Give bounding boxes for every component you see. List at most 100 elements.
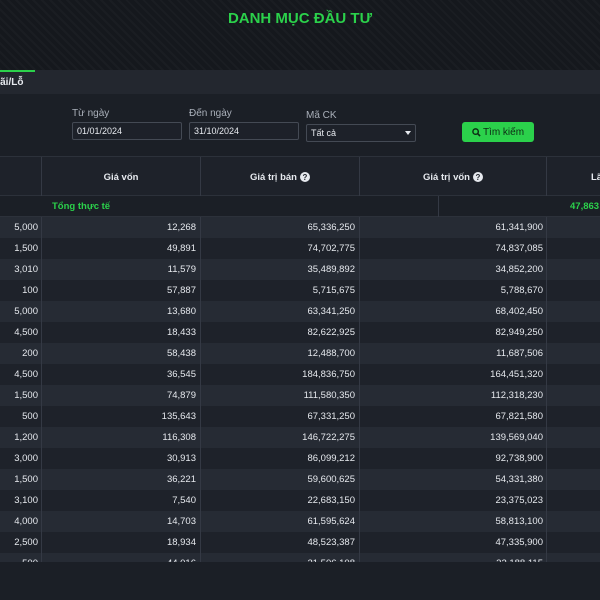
tab-profit-loss[interactable]: Lãi/Lỗ [0, 70, 35, 94]
column-divider [200, 217, 201, 238]
column-divider [359, 511, 360, 532]
cost-price-cell: 36,221 [166, 474, 196, 485]
cost-value-cell: 54,331,380 [495, 474, 543, 485]
column-divider [359, 259, 360, 280]
table-row[interactable]: 1,500 49,891 74,702,775 74,837,085 [0, 238, 600, 259]
table-row[interactable]: 3,000 30,913 86,099,212 92,738,900 [0, 448, 600, 469]
cost-price-cell: 11,579 [167, 264, 196, 275]
sell-value-cell: 82,622,925 [307, 327, 355, 338]
column-divider [200, 532, 201, 553]
quantity-cell: 4,500 [14, 327, 38, 338]
column-divider [546, 469, 547, 490]
table-row[interactable]: 4,500 18,433 82,622,925 82,949,250 [0, 322, 600, 343]
quantity-cell: 1,200 [14, 432, 38, 443]
column-header-cost-value[interactable]: Giá trị vốn ? [359, 157, 546, 197]
sell-value-cell: 22,683,150 [307, 495, 355, 506]
sell-value-cell: 65,336,250 [307, 222, 355, 233]
table-row[interactable]: 100 57,887 5,715,675 5,788,670 [0, 280, 600, 301]
to-date-input[interactable]: 31/10/2024 [189, 122, 299, 140]
total-profit-loss: 47,863 [570, 201, 600, 212]
search-button-label: Tìm kiếm [482, 126, 525, 138]
table-row[interactable]: 2,500 18,934 48,523,387 47,335,900 [0, 532, 600, 553]
column-divider [200, 448, 201, 469]
column-header-label: Giá trị bán [250, 171, 297, 183]
quantity-cell: 100 [22, 285, 38, 296]
column-header-label: Giá vốn [103, 171, 139, 183]
cost-price-cell: 18,934 [166, 537, 196, 548]
help-icon[interactable]: ? [299, 172, 310, 182]
quantity-cell: 1,500 [14, 243, 38, 254]
column-divider [546, 385, 547, 406]
cost-price-cell: 13,680 [166, 306, 196, 317]
symbol-label: Mã CK [306, 110, 337, 121]
column-divider [200, 364, 201, 385]
column-header-label: Giá trị vốn [423, 171, 470, 183]
table-row[interactable]: 4,000 14,703 61,595,624 58,813,100 [0, 511, 600, 532]
cost-price-cell: 57,887 [166, 285, 196, 296]
portfolio-table: Giá vốn Giá trị bán ? Giá trị vốn ? Lãi/… [0, 156, 600, 564]
table-row[interactable]: 4,500 36,545 184,836,750 164,451,320 [0, 364, 600, 385]
table-row[interactable]: 3,010 11,579 35,489,892 34,852,200 [0, 259, 600, 280]
quantity-cell: 4,000 [14, 516, 38, 527]
cost-price-cell: 74,879 [166, 390, 196, 401]
sell-value-cell: 146,722,275 [302, 432, 355, 443]
cost-price-cell: 30,913 [166, 453, 196, 464]
quantity-cell: 5,000 [14, 306, 38, 317]
cost-value-cell: 68,402,450 [495, 306, 543, 317]
column-divider [359, 301, 360, 322]
column-divider [41, 259, 42, 280]
quantity-cell: 4,500 [14, 369, 38, 380]
column-divider [359, 322, 360, 343]
sell-value-cell: 12,488,700 [307, 348, 355, 359]
table-row[interactable]: 1,500 36,221 59,600,625 54,331,380 [0, 469, 600, 490]
quantity-cell: 3,100 [14, 495, 38, 506]
cost-value-cell: 112,318,230 [490, 390, 543, 401]
search-button[interactable]: Tìm kiếm [462, 122, 534, 142]
column-divider [200, 490, 201, 511]
column-divider [200, 301, 201, 322]
column-divider [41, 511, 42, 532]
sell-value-cell: 5,715,675 [312, 285, 355, 296]
column-divider [200, 406, 201, 427]
header-banner: DANH MỤC ĐẦU TƯ [0, 0, 600, 70]
table-row[interactable]: 1,500 74,879 111,580,350 112,318,230 [0, 385, 600, 406]
sell-value-cell: 48,523,387 [307, 537, 355, 548]
cost-price-cell: 18,433 [166, 327, 196, 338]
column-divider [359, 343, 360, 364]
column-divider [359, 427, 360, 448]
from-date-input[interactable]: 01/01/2024 [72, 122, 182, 140]
cost-value-cell: 164,451,320 [490, 369, 543, 380]
sell-value-cell: 61,595,624 [307, 516, 355, 527]
chevron-down-icon [405, 131, 411, 135]
sell-value-cell: 59,600,625 [307, 474, 355, 485]
column-divider [438, 196, 439, 217]
column-header-cost-price[interactable]: Giá vốn [41, 157, 200, 197]
column-divider [546, 364, 547, 385]
cost-value-cell: 92,738,900 [495, 453, 543, 464]
cost-value-cell: 34,852,200 [495, 264, 543, 275]
table-row[interactable]: 3,100 7,540 22,683,150 23,375,023 [0, 490, 600, 511]
column-divider [41, 448, 42, 469]
column-divider [359, 448, 360, 469]
cost-value-cell: 23,375,023 [495, 495, 543, 506]
column-divider [200, 343, 201, 364]
table-row[interactable]: 500 135,643 67,331,250 67,821,580 [0, 406, 600, 427]
cost-value-cell: 67,821,580 [495, 411, 543, 422]
table-row[interactable]: 5,000 12,268 65,336,250 61,341,900 [0, 217, 600, 238]
column-divider [41, 238, 42, 259]
column-divider [200, 469, 201, 490]
quantity-cell: 1,500 [14, 474, 38, 485]
help-icon[interactable]: ? [472, 172, 483, 182]
cost-price-cell: 7,540 [172, 495, 196, 506]
table-row[interactable]: 1,200 116,308 146,722,275 139,569,040 [0, 427, 600, 448]
sell-value-cell: 63,341,250 [307, 306, 355, 317]
symbol-select[interactable]: Tất cả [306, 124, 416, 142]
cost-value-cell: 74,837,085 [495, 243, 543, 254]
quantity-cell: 3,010 [14, 264, 38, 275]
column-divider [200, 259, 201, 280]
column-divider [359, 217, 360, 238]
table-row[interactable]: 200 58,438 12,488,700 11,687,506 [0, 343, 600, 364]
table-row[interactable]: 5,000 13,680 63,341,250 68,402,450 [0, 301, 600, 322]
column-header-profit-loss[interactable]: Lãi/Lỗ [546, 157, 600, 197]
column-header-sell-value[interactable]: Giá trị bán ? [200, 157, 359, 197]
